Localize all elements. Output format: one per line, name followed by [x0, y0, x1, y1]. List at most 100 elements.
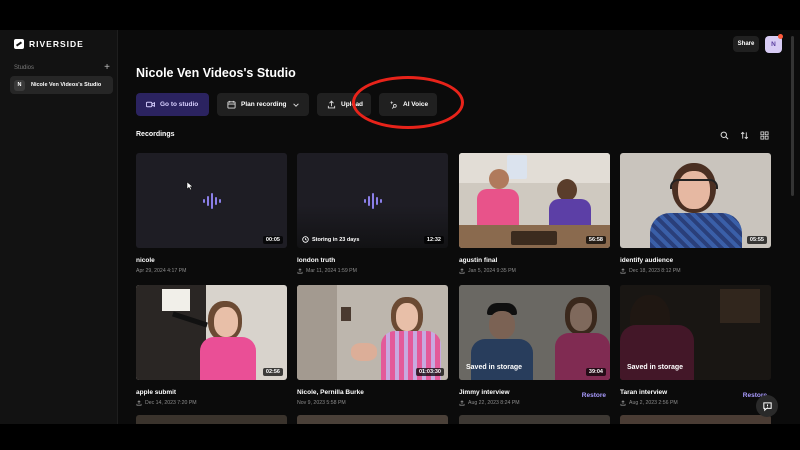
restore-button[interactable]: Restore: [582, 392, 606, 399]
recording-card[interactable]: 00:05 nicole Apr 29, 2024 4:17 PM: [136, 153, 287, 274]
recording-title: identify audience: [620, 257, 674, 264]
plan-recording-button[interactable]: Plan recording: [217, 93, 309, 116]
recording-title: Nicole, Pernilla Burke: [297, 389, 364, 396]
sidebar-item-studio[interactable]: N Nicole Ven Videos's Studio: [10, 76, 113, 94]
scene-frame: [341, 307, 351, 321]
duration-badge: 12:32: [423, 236, 444, 244]
recording-date: Aug 2, 2023 2:56 PM: [620, 400, 771, 406]
scene-person-shirt: [477, 189, 519, 229]
duration-badge: 05:55: [746, 236, 767, 244]
recording-card[interactable]: 01:03:30 Nicole, Pernilla Burke Nov 9, 2…: [297, 285, 448, 406]
scene-person-head: [489, 169, 509, 189]
recording-date: Apr 29, 2024 4:17 PM: [136, 268, 287, 274]
video-camera-icon: [146, 100, 155, 109]
clock-icon: [302, 236, 309, 243]
search-icon[interactable]: [719, 130, 729, 140]
logo-text: RIVERSIDE: [29, 39, 84, 49]
sidebar: RIVERSIDE Studios + N Nicole Ven Videos'…: [0, 30, 118, 424]
recording-date-text: Dec 14, 2023 7:20 PM: [145, 400, 197, 406]
calendar-icon: [227, 100, 236, 109]
duration-badge: 01:03:30: [415, 368, 444, 376]
share-button[interactable]: Share: [733, 36, 759, 52]
recording-date-text: Dec 18, 2023 8:12 PM: [629, 268, 681, 274]
recording-thumbnail[interactable]: 56:58: [459, 153, 610, 248]
recording-card[interactable]: 56:58 agustin final Jan 5, 2024 9:35 PM: [459, 153, 610, 274]
recording-thumbnail[interactable]: 02:56: [136, 285, 287, 380]
scene-softbox: [162, 289, 190, 311]
duration-badge: 02:56: [262, 368, 283, 376]
storage-status: Storing in 23 days: [302, 236, 359, 243]
recording-date: Dec 18, 2023 8:12 PM: [620, 268, 771, 274]
recording-date: Nov 9, 2023 5:58 PM: [297, 400, 448, 406]
recording-date-text: Nov 9, 2023 5:58 PM: [297, 400, 346, 406]
recording-date: Dec 14, 2023 7:20 PM: [136, 400, 287, 406]
recording-date-text: Aug 22, 2023 8:24 PM: [468, 400, 520, 406]
plan-recording-label: Plan recording: [241, 101, 287, 108]
recording-thumbnail[interactable]: 01:03:30: [297, 285, 448, 380]
audio-waveform-icon: [364, 193, 382, 209]
recording-date-text: Mar 11, 2024 1:59 PM: [306, 268, 357, 274]
cursor-icon: [186, 181, 194, 191]
app-window: RIVERSIDE Studios + N Nicole Ven Videos'…: [0, 30, 800, 424]
recording-thumbnail[interactable]: Saved in storage 39:04: [459, 285, 610, 380]
recordings-toolbar: [719, 130, 769, 140]
recording-thumbnail-partial[interactable]: [297, 415, 448, 424]
recording-date: Aug 22, 2023 8:24 PM: [459, 400, 610, 406]
upload-icon: [459, 268, 465, 274]
scene-person-face: [678, 171, 710, 209]
sparkle-voice-icon: [389, 100, 398, 109]
recording-card[interactable]: 05:55 identify audience Dec 18, 2023 8:1…: [620, 153, 771, 274]
recording-thumbnail[interactable]: 05:55: [620, 153, 771, 248]
chat-icon: [762, 401, 772, 411]
scene-wall: [459, 153, 610, 183]
recording-thumbnail[interactable]: Saved in storage: [620, 285, 771, 380]
recording-card[interactable]: Storing in 23 days 12:32 london truth Ma…: [297, 153, 448, 274]
studios-section-header: Studios +: [14, 63, 110, 73]
recording-card[interactable]: 02:56 apple submit Dec 14, 2023 7:20 PM: [136, 285, 287, 406]
studio-avatar: N: [14, 79, 25, 91]
recording-date-text: Apr 29, 2024 4:17 PM: [136, 268, 187, 274]
recording-thumbnail-partial[interactable]: [136, 415, 287, 424]
upload-button[interactable]: Upload: [317, 93, 371, 116]
upload-icon: [620, 268, 626, 274]
scrollbar[interactable]: [791, 36, 794, 196]
upload-icon: [620, 400, 626, 406]
upload-icon: [297, 268, 303, 274]
recording-thumbnail-partial[interactable]: [459, 415, 610, 424]
recording-date-text: Aug 2, 2023 2:56 PM: [629, 400, 678, 406]
add-studio-button[interactable]: +: [104, 63, 110, 73]
go-to-studio-button[interactable]: Go to studio: [136, 93, 209, 116]
upload-icon: [136, 400, 142, 406]
ai-voice-label: AI Voice: [403, 101, 429, 108]
recording-date: Mar 11, 2024 1:59 PM: [297, 268, 448, 274]
recording-thumbnail-partial[interactable]: [620, 415, 771, 424]
scene-board: [511, 231, 557, 245]
scene-hand: [351, 343, 377, 361]
go-to-studio-label: Go to studio: [160, 101, 199, 108]
scene-person-head: [557, 179, 577, 201]
scene-person-face: [396, 303, 418, 331]
recording-card[interactable]: Saved in storage Taran interview Aug 2, …: [620, 285, 771, 406]
riverside-logo[interactable]: RIVERSIDE: [14, 39, 84, 49]
notification-dot: [778, 34, 783, 39]
grid-view-icon[interactable]: [759, 130, 769, 140]
scene-person-face: [214, 307, 238, 337]
scene-headphones: [670, 179, 718, 189]
recording-date-text: Jan 5, 2024 9:35 PM: [468, 268, 516, 274]
recording-card[interactable]: Saved in storage 39:04 Jimmy interview A…: [459, 285, 610, 406]
upload-icon: [327, 100, 336, 109]
duration-badge: 00:05: [262, 236, 283, 244]
recording-thumbnail[interactable]: Storing in 23 days 12:32: [297, 153, 448, 248]
page-title: Nicole Ven Videos's Studio: [136, 66, 296, 80]
studio-name: Nicole Ven Videos's Studio: [31, 82, 102, 88]
audio-waveform-icon: [203, 193, 221, 209]
sort-icon[interactable]: [739, 130, 749, 140]
help-chat-button[interactable]: [756, 395, 778, 417]
upload-label: Upload: [341, 101, 364, 108]
recording-title: nicole: [136, 257, 155, 264]
recording-thumbnail[interactable]: 00:05: [136, 153, 287, 248]
chevron-down-icon: [292, 100, 300, 109]
scene-plaid-shirt: [650, 213, 742, 248]
ai-voice-button[interactable]: AI Voice: [379, 93, 437, 116]
storage-status-text: Storing in 23 days: [312, 236, 360, 243]
